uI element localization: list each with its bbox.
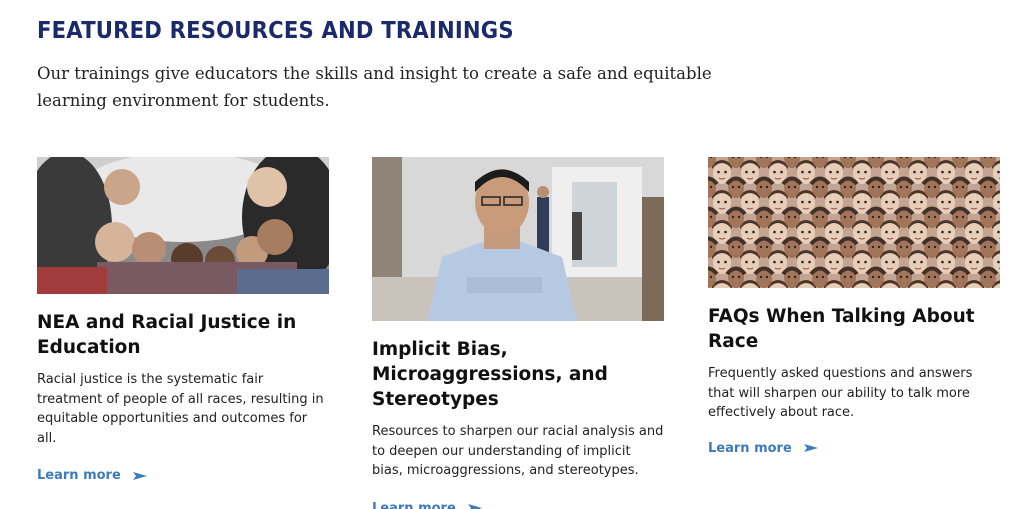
card-image-faces-pattern[interactable] [708, 157, 1000, 288]
section-intro: Our trainings give educators the skills … [37, 64, 712, 110]
resource-card-racial-justice: NEA and Racial Justice in Education Raci… [37, 157, 329, 483]
card-description: Resources to sharpen our racial analysis… [372, 424, 664, 478]
arrow-right-icon [467, 504, 482, 509]
card-title[interactable]: Implicit Bias, Microaggressions, and Ste… [372, 337, 664, 412]
resource-card-faqs-race: FAQs When Talking About Race Frequently … [708, 157, 1000, 456]
card-image-man-hallway[interactable] [372, 157, 664, 321]
learn-more-label: Learn more [708, 440, 792, 456]
learn-more-link[interactable]: Learn more [372, 501, 482, 509]
section-title: FEATURED RESOURCES AND TRAININGS [37, 18, 514, 44]
card-description: Racial justice is the systematic fair tr… [37, 372, 324, 446]
arrow-right-icon [132, 471, 147, 480]
card-description: Frequently asked questions and answers t… [708, 366, 973, 420]
resource-card-implicit-bias: Implicit Bias, Microaggressions, and Ste… [372, 157, 664, 509]
learn-more-link[interactable]: Learn more [37, 468, 147, 483]
card-image-students[interactable] [37, 157, 329, 294]
card-title[interactable]: FAQs When Talking About Race [708, 304, 1000, 354]
learn-more-label: Learn more [372, 500, 456, 509]
learn-more-link[interactable]: Learn more [708, 441, 818, 456]
arrow-right-icon [803, 444, 818, 452]
card-title[interactable]: NEA and Racial Justice in Education [37, 310, 329, 360]
learn-more-label: Learn more [37, 468, 121, 483]
